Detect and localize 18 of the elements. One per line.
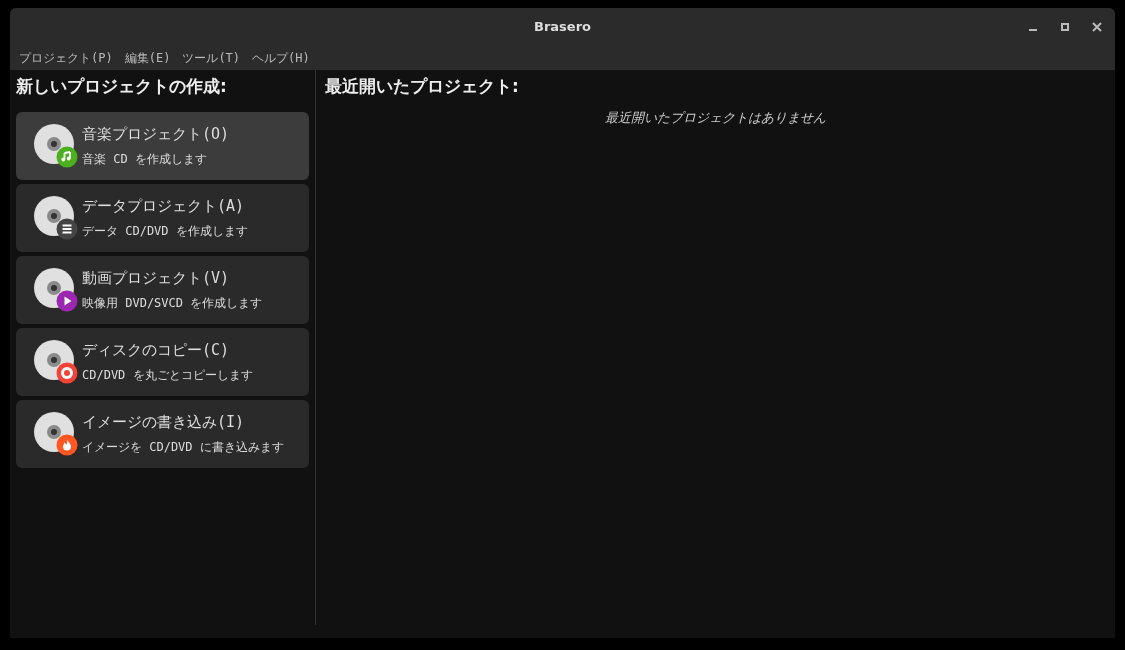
menu-item[interactable]: プロジェクト(P) (14, 48, 118, 67)
window-title: Brasero (534, 17, 591, 36)
empty-message: 最近開いたプロジェクトはありません (605, 108, 826, 127)
menu-item[interactable]: ツール(T) (177, 48, 246, 67)
project-option[interactable]: ディスクのコピー(C) CD/DVD を丸ごとコピーします (16, 327, 309, 396)
play-icon (56, 290, 78, 311)
menu-item[interactable]: 編集(E) (119, 48, 176, 67)
flame-icon (56, 434, 78, 455)
project-option[interactable]: データプロジェクト(A) データ CD/DVD を作成します (16, 183, 309, 252)
project-option[interactable]: 音楽プロジェクト(O) 音楽 CD を作成します (16, 111, 309, 180)
project-option[interactable]: イメージの書き込み(I) イメージを CD/DVD に書き込みます (16, 399, 309, 468)
music-note-icon (56, 146, 78, 167)
section-heading: 新しいプロジェクトの作成: (16, 75, 228, 98)
project-option[interactable]: 動画プロジェクト(V) 映像用 DVD/SVCD を作成します (16, 255, 309, 324)
menu-item[interactable]: ヘルプ(H) (247, 48, 315, 67)
target-icon (56, 362, 78, 383)
section-heading: 最近開いたプロジェクト: (325, 75, 519, 98)
list-icon (56, 218, 78, 239)
